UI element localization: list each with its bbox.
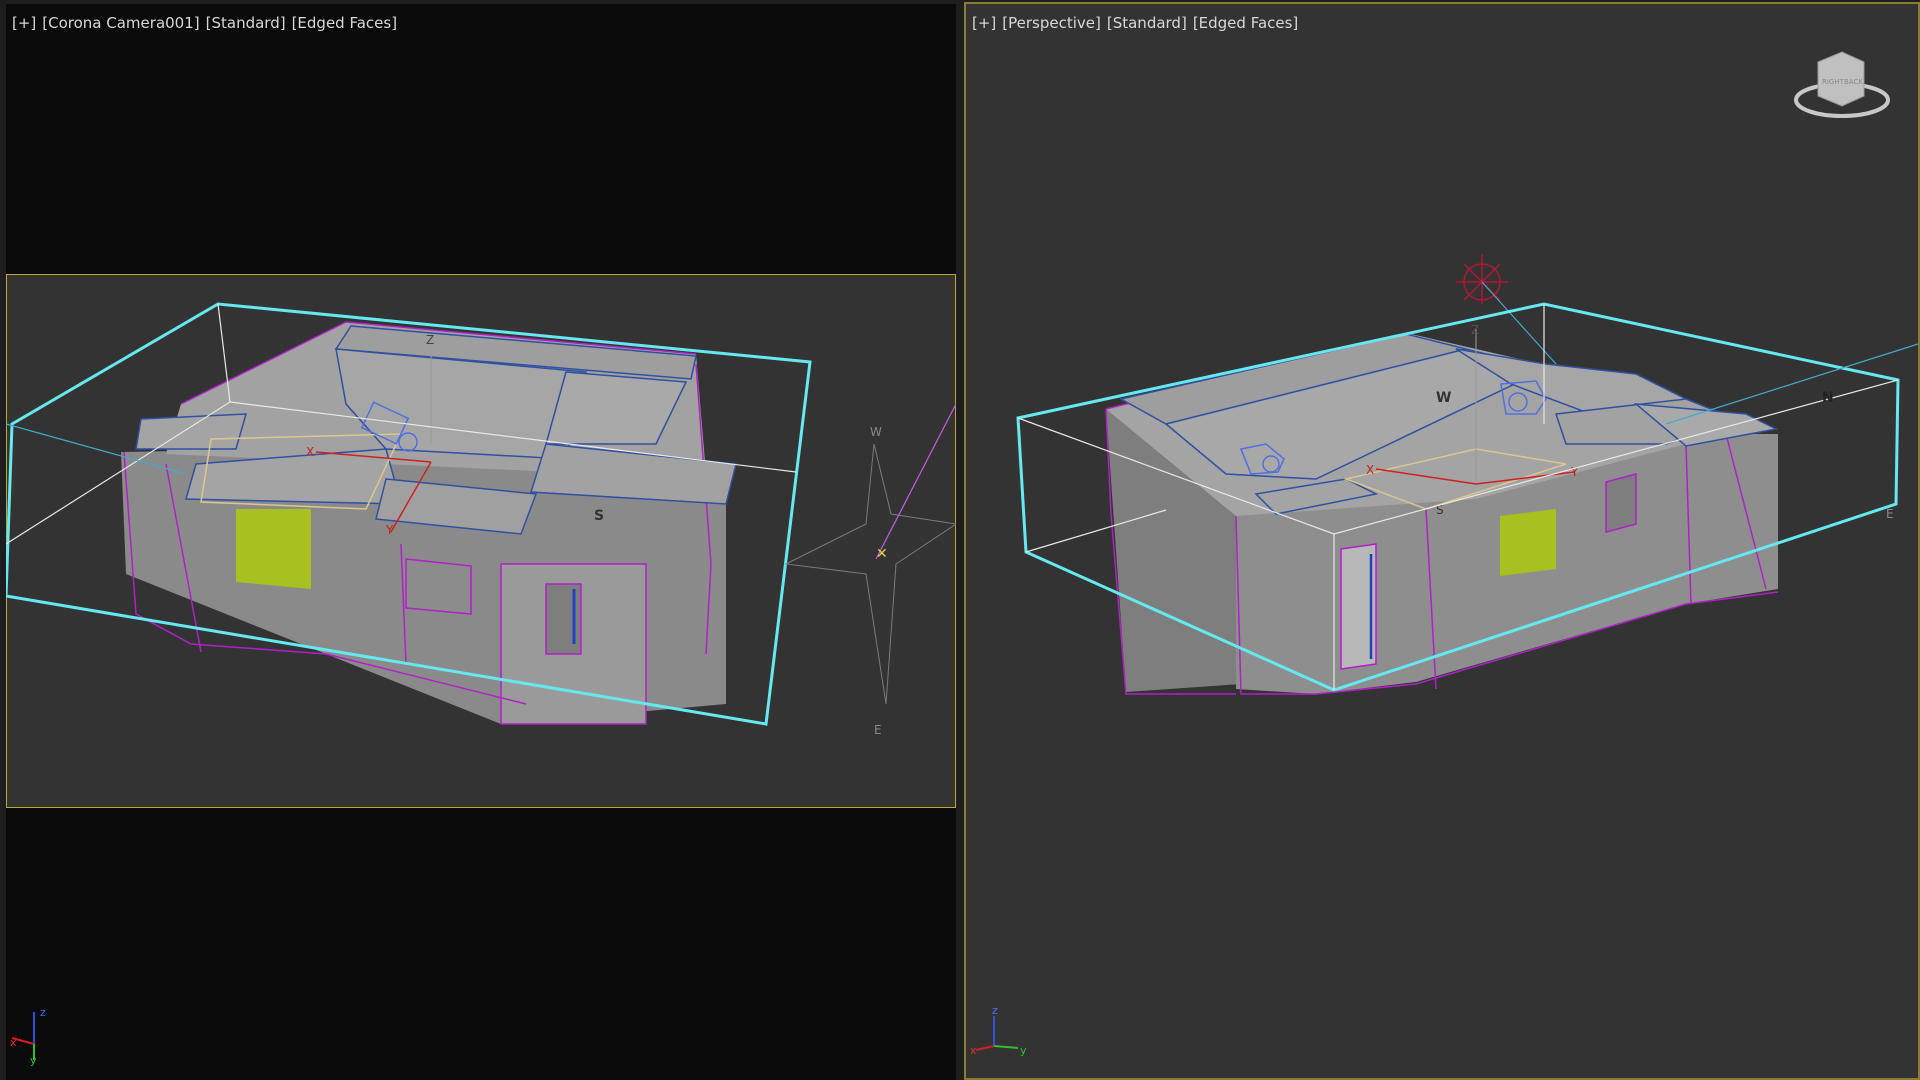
tripod-x: x	[970, 1044, 977, 1057]
window-opening	[1605, 473, 1637, 533]
tripod-z: z	[40, 1006, 46, 1019]
gizmo-y-label: Y	[385, 523, 394, 537]
camera-viewport[interactable]: Z X Y S ✕ W E z x y [+] [Corona Camera00…	[6, 4, 956, 1080]
compass-w-label: W	[870, 425, 882, 439]
building-model[interactable]: Z X Y S	[121, 321, 737, 725]
sun-light-ray	[1481, 281, 1557, 365]
perspective-viewport[interactable]: Z X Y W S N E RIGHT BACK z x y [+] [Pers…	[964, 2, 1920, 1080]
compass-center-mark: ✕	[876, 546, 888, 562]
tripod-y: y	[30, 1054, 37, 1067]
viewcube[interactable]: RIGHT BACK	[1794, 51, 1890, 118]
compass-needle	[875, 403, 956, 560]
sun-light-icon[interactable]	[1456, 254, 1508, 304]
compass-w-label: W	[1436, 390, 1451, 406]
viewport-menu-plus[interactable]: [+]	[12, 14, 36, 32]
viewcube-left-face-label[interactable]: RIGHT	[1822, 78, 1845, 86]
compass-e-label: E	[874, 723, 882, 737]
tripod-y: y	[1020, 1044, 1027, 1057]
window-opening	[405, 558, 472, 615]
gizmo-x-label: X	[306, 445, 314, 459]
viewcube-right-face-label[interactable]: BACK	[1844, 78, 1863, 86]
perspective-scene[interactable]: Z X Y W S N E RIGHT BACK z x y	[966, 4, 1918, 1078]
green-window	[236, 509, 311, 589]
axis-tripod: z x y	[970, 1004, 1027, 1057]
green-window	[1500, 509, 1556, 576]
building-model[interactable]: Z X Y W S	[1105, 254, 1779, 695]
viewport-shading-label[interactable]: [Standard]	[1107, 14, 1187, 32]
viewport-label-bar: [+] [Perspective] [Standard] [Edged Face…	[972, 14, 1298, 32]
compass-n-label: N	[1822, 390, 1834, 406]
viewport-menu-plus[interactable]: [+]	[972, 14, 996, 32]
gizmo-z-label: Z	[426, 333, 434, 347]
viewport-shading-label[interactable]: [Standard]	[206, 14, 286, 32]
compass-e-label: E	[1886, 507, 1894, 521]
tripod-z: z	[992, 1004, 998, 1017]
compass-s-label: S	[594, 508, 604, 524]
camera-scene[interactable]: Z X Y S ✕ W E z x y	[6, 4, 956, 1080]
gizmo-z-label: Z	[1471, 323, 1479, 337]
viewport-edged-faces-label[interactable]: [Edged Faces]	[292, 14, 397, 32]
viewport-label-bar: [+] [Corona Camera001] [Standard] [Edged…	[12, 14, 397, 32]
tripod-x: x	[10, 1036, 17, 1049]
compass-rose	[784, 443, 956, 705]
viewport-view-label[interactable]: [Perspective]	[1002, 14, 1101, 32]
viewport-edged-faces-label[interactable]: [Edged Faces]	[1193, 14, 1298, 32]
viewport-camera-label[interactable]: [Corona Camera001]	[42, 14, 199, 32]
door-opening	[545, 583, 582, 655]
gizmo-x-label: X	[1366, 463, 1374, 477]
roof-panel-7	[135, 413, 248, 450]
axis-tripod: z x y	[10, 1006, 46, 1067]
